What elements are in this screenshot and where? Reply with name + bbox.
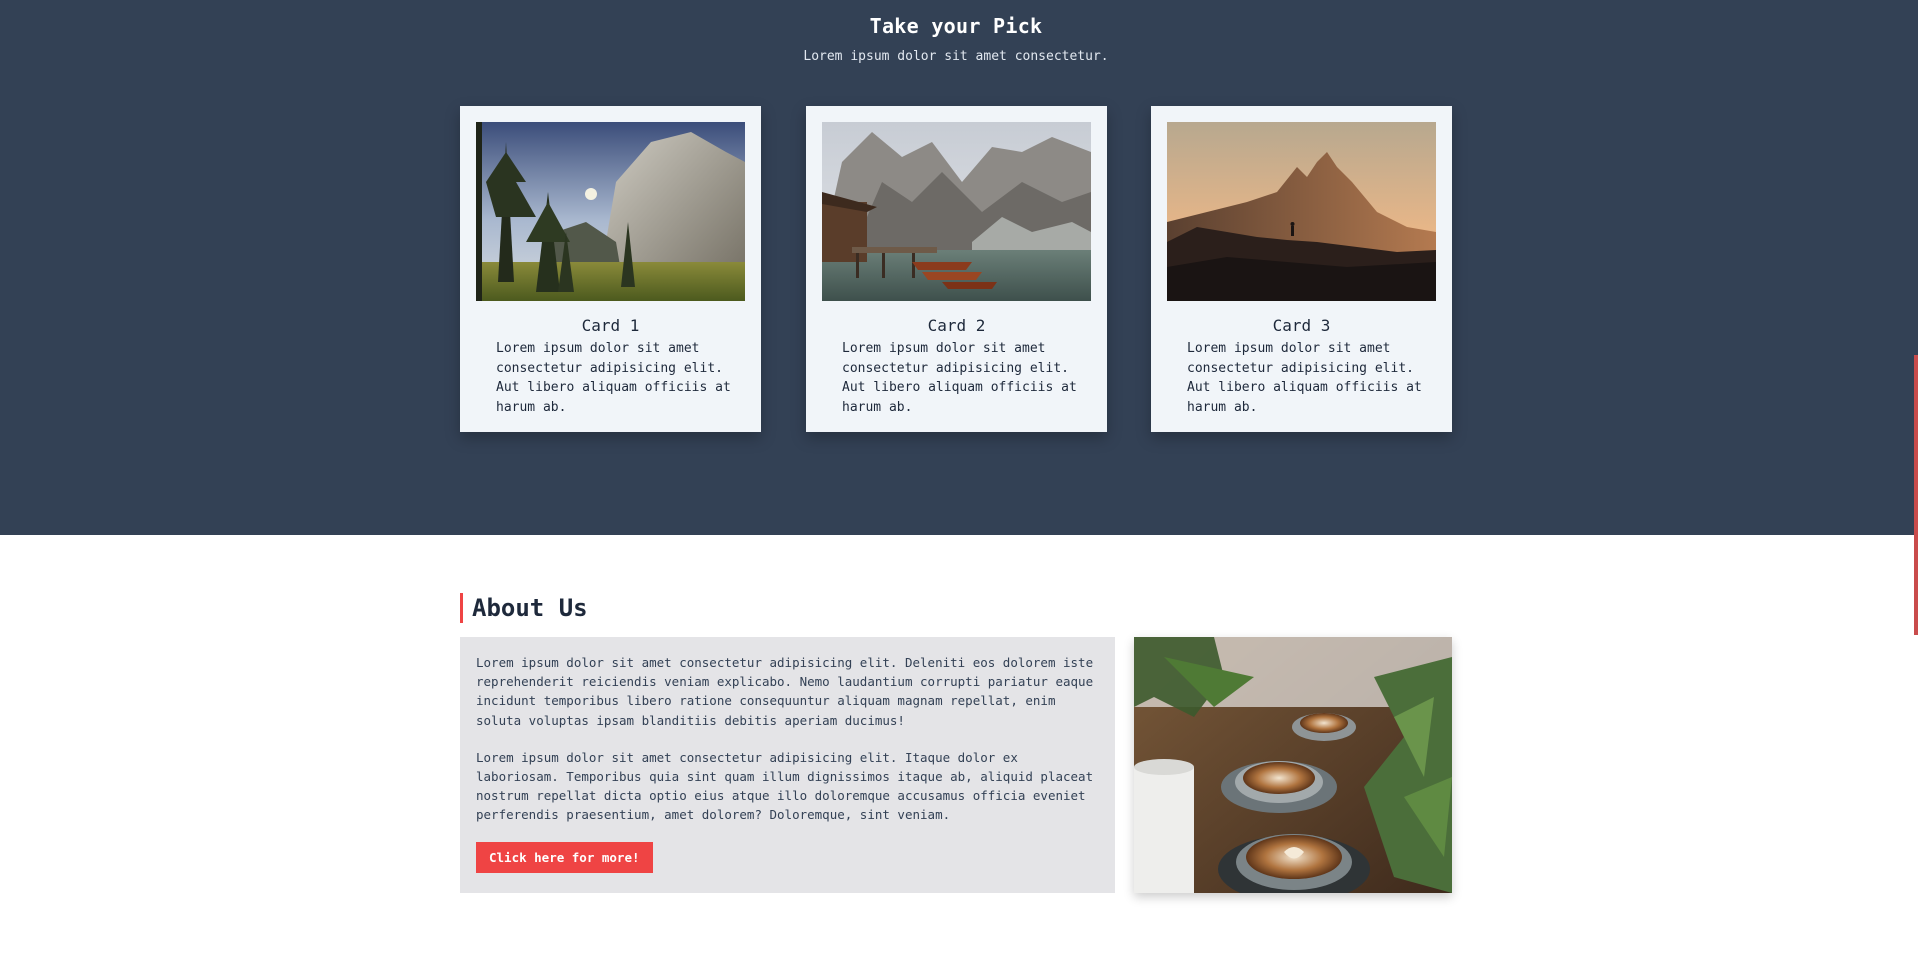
card-text: Lorem ipsum dolor sit amet consectetur a…	[1187, 341, 1422, 415]
more-info-button[interactable]: Click here for more!	[476, 842, 653, 873]
page: Take your Pick Lorem ipsum dolor sit ame…	[0, 0, 1918, 953]
coffee-cups-photo	[1134, 637, 1452, 893]
about-paragraph: Lorem ipsum dolor sit amet consectetur a…	[476, 655, 1094, 728]
card-image	[822, 122, 1091, 301]
card-title: Card 3	[1272, 316, 1331, 335]
mountain-lake-boats-photo	[822, 122, 1091, 301]
mountain-silhouette-photo	[1167, 122, 1436, 301]
card-text: Lorem ipsum dolor sit amet consectetur a…	[842, 341, 1077, 415]
forest-cliff-photo	[476, 122, 745, 301]
scrollbar-thumb[interactable]	[1914, 355, 1918, 635]
card-image	[476, 122, 745, 301]
card-image	[1167, 122, 1436, 301]
card-title: Card 1	[581, 316, 640, 335]
about-paragraph: Lorem ipsum dolor sit amet consectetur a…	[476, 749, 1094, 823]
card[interactable]: Card 3 Lorem ipsum dolor sit amet consec…	[1151, 106, 1452, 432]
about-heading: About Us	[460, 592, 588, 623]
about-text-box: Lorem ipsum dolor sit amet consectetur a…	[460, 637, 1115, 893]
card-title: Card 2	[927, 316, 986, 335]
pick-section: Take your Pick Lorem ipsum dolor sit ame…	[0, 0, 1918, 535]
about-image	[1134, 637, 1452, 893]
section-title: Take your Pick	[869, 14, 1043, 38]
card[interactable]: Card 1 Lorem ipsum dolor sit amet consec…	[460, 106, 761, 432]
card-list: Card 1 Lorem ipsum dolor sit amet consec…	[460, 106, 1452, 432]
section-subtitle: Lorem ipsum dolor sit amet consectetur.	[803, 49, 1109, 64]
scrollbar[interactable]	[1912, 0, 1918, 953]
card-text: Lorem ipsum dolor sit amet consectetur a…	[496, 341, 731, 415]
card[interactable]: Card 2 Lorem ipsum dolor sit amet consec…	[806, 106, 1107, 432]
